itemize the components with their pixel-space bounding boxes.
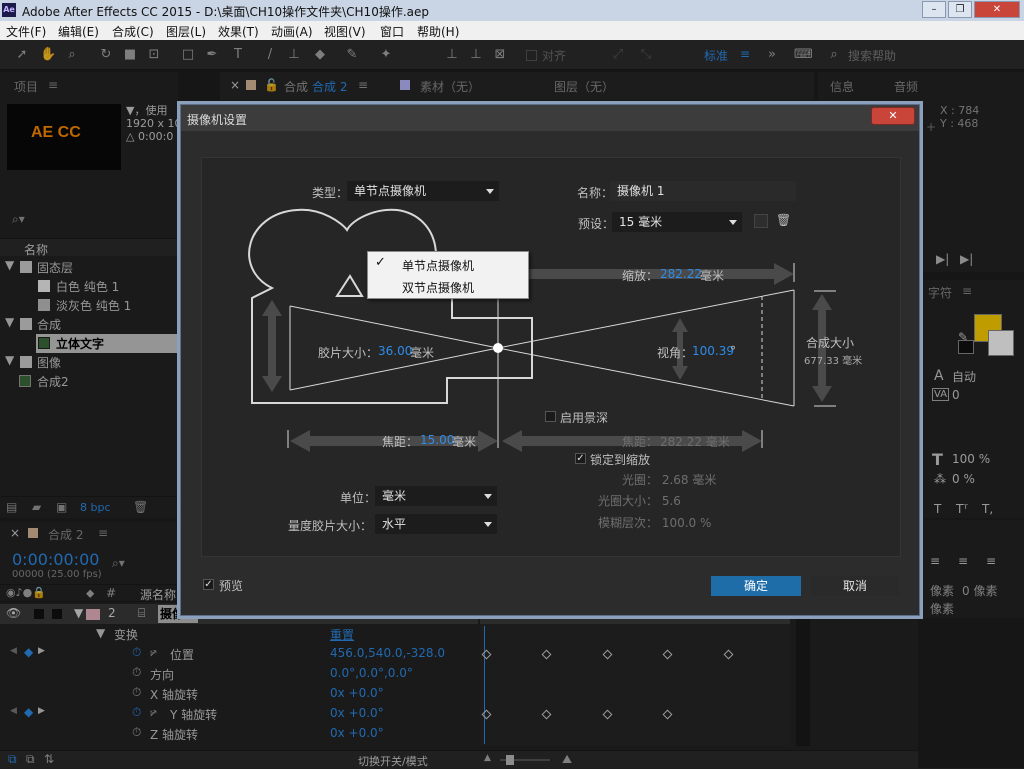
lens-ray-top-left [289, 305, 499, 349]
option-label: 单节点摄像机 [402, 259, 475, 273]
option-label: 双节点摄像机 [402, 281, 475, 295]
measure-film-select[interactable]: 水平 [375, 514, 497, 534]
f-stop-readout: 光圈大小： 5.6 [598, 494, 681, 508]
lock-to-zoom-label: 锁定到缩放 [590, 453, 651, 467]
cancel-button[interactable]: 取消 [811, 576, 899, 596]
film-size-label: 胶片大小： [318, 346, 379, 360]
dropdown-option-one-node[interactable]: ✓ 单节点摄像机 [368, 254, 528, 275]
dialog-title: 摄像机设置 [187, 113, 248, 127]
camera-type-dropdown: ✓ 单节点摄像机 双节点摄像机 [367, 251, 529, 299]
checkmark-icon: ✓ [375, 255, 386, 270]
menu-bar: 文件(F) 编辑(E) 合成(C) 图层(L) 效果(T) 动画(A) 视图(V… [0, 21, 1024, 40]
zoom-label: 缩放： [622, 269, 659, 283]
lens-node [493, 343, 503, 353]
menu-help[interactable]: 帮助(H) [417, 23, 459, 40]
name-label: 名称： [577, 186, 614, 200]
chevron-down-icon [484, 494, 492, 499]
window-title: Adobe After Effects CC 2015 - D:\桌面\CH10… [22, 5, 429, 19]
film-size-unit: 毫米 [410, 346, 435, 360]
app-icon: Ae [2, 3, 16, 17]
units-select[interactable]: 毫米 [375, 486, 497, 506]
preset-label: 预设： [578, 217, 615, 231]
zoom-unit: 毫米 [700, 269, 725, 283]
units-label: 单位： [340, 491, 377, 505]
dialog-title-bar: 摄像机设置 ✕ [181, 105, 919, 131]
focal-length-unit: 毫米 [452, 435, 477, 449]
camera-notch [335, 274, 364, 297]
focal-length-label: 焦距： [382, 435, 419, 449]
camera-settings-dialog: 摄像机设置 ✕ 类型： 单节点摄像机 名称： 摄像机 1 预设： 15 毫米 🗑… [180, 104, 920, 616]
angle-of-view-label: 视角： [657, 346, 694, 360]
preset-value: 15 毫米 [619, 215, 663, 229]
measure-film-label: 量度胶片大小： [288, 519, 373, 533]
ok-button[interactable]: 确定 [711, 576, 801, 596]
dialog-close-button[interactable]: ✕ [871, 107, 915, 125]
comp-size-label: 合成大小 [806, 336, 855, 350]
preview-checkbox[interactable]: ✓ [203, 579, 214, 590]
focus-distance-label: 焦距： [622, 435, 659, 449]
window-title-bar: Ae Adobe After Effects CC 2015 - D:\桌面\C… [0, 0, 1024, 21]
lock-to-zoom-checkbox[interactable]: ✓ [575, 453, 586, 464]
angle-of-view-unit: ° [730, 344, 736, 358]
dropdown-option-two-node[interactable]: 双节点摄像机 [368, 276, 528, 297]
lens-ray-top-right [497, 289, 795, 349]
camera-type-select[interactable]: 单节点摄像机 [347, 181, 499, 201]
chevron-down-icon [486, 189, 494, 194]
units-value: 毫米 [382, 489, 407, 503]
film-size-arrow [262, 300, 282, 392]
lens-ray-bottom-right [497, 347, 795, 407]
aperture-readout: 光圈： 2.68 毫米 [622, 473, 717, 487]
maximize-button[interactable]: ❐ [948, 1, 972, 18]
minimize-button[interactable]: – [922, 1, 946, 18]
chevron-down-icon [729, 220, 737, 225]
delete-preset-icon[interactable]: 🗑 [776, 213, 791, 227]
type-label: 类型： [312, 186, 349, 200]
comp-size-value: 677.33 毫米 [804, 356, 863, 367]
measure-film-value: 水平 [382, 517, 407, 531]
menu-animation[interactable]: 动画(A) [271, 23, 313, 40]
close-window-button[interactable]: ✕ [974, 1, 1020, 18]
chevron-down-icon [484, 522, 492, 527]
angle-of-view-value[interactable]: 100.39 [692, 344, 734, 358]
menu-layer[interactable]: 图层(L) [166, 23, 206, 40]
menu-edit[interactable]: 编辑(E) [58, 23, 99, 40]
menu-file[interactable]: 文件(F) [6, 23, 46, 40]
camera-name-field[interactable]: 摄像机 1 [610, 181, 796, 201]
blur-level-readout: 模糊层次： 100.0 % [598, 516, 712, 530]
zoom-value[interactable]: 282.22 [660, 267, 702, 281]
menu-composition[interactable]: 合成(C) [112, 23, 154, 40]
depth-of-field-label: 启用景深 [560, 411, 609, 425]
camera-type-value: 单节点摄像机 [354, 184, 427, 198]
preset-select[interactable]: 15 毫米 [612, 212, 742, 232]
dialog-content: 类型： 单节点摄像机 名称： 摄像机 1 预设： 15 毫米 🗑 缩放： 282… [201, 157, 901, 557]
save-preset-icon[interactable] [754, 214, 768, 228]
preview-label: 预览 [219, 579, 244, 593]
camera-diagram [248, 208, 836, 452]
focus-distance-value: 282.22 毫米 [660, 435, 730, 449]
focal-length-value[interactable]: 15.00 [420, 433, 454, 447]
menu-window[interactable]: 窗口 [380, 23, 404, 40]
depth-of-field-checkbox[interactable] [545, 411, 556, 422]
menu-view[interactable]: 视图(V) [324, 23, 366, 40]
menu-effect[interactable]: 效果(T) [218, 23, 259, 40]
camera-name-value: 摄像机 1 [617, 184, 665, 198]
film-size-value[interactable]: 36.00 [378, 344, 412, 358]
